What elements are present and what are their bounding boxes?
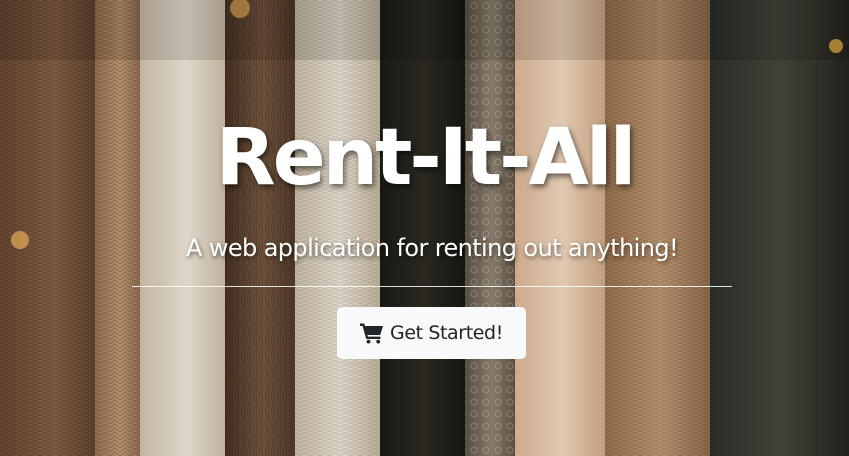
shopping-cart-icon <box>360 322 384 344</box>
page-subtitle: A web application for renting out anythi… <box>185 234 679 262</box>
hero-content: Rent-It-All A web application for rentin… <box>0 0 849 456</box>
get-started-label: Get Started! <box>390 322 503 344</box>
page-title: Rent-It-All <box>215 113 637 203</box>
get-started-button[interactable]: Get Started! <box>337 307 526 359</box>
hero-section: Rent-It-All A web application for rentin… <box>0 0 849 456</box>
divider <box>132 286 732 287</box>
